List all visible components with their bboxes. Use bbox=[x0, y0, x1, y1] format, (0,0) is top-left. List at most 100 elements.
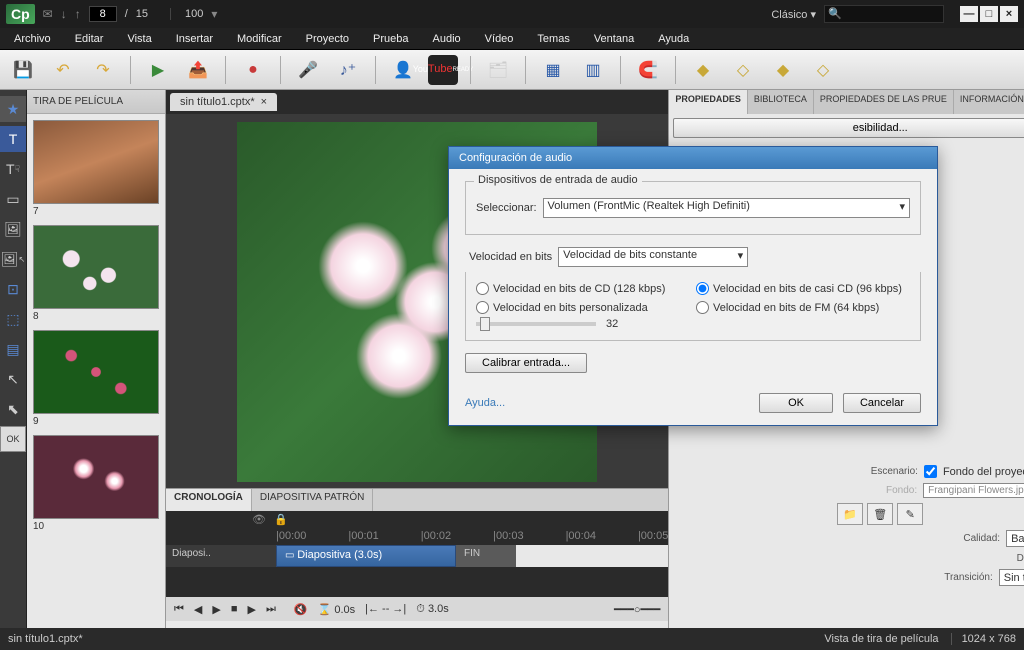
device-select[interactable]: Volumen (FrontMic (Realtek High Definiti… bbox=[543, 198, 910, 218]
play-button[interactable]: ▶ bbox=[143, 55, 173, 85]
menu-archivo[interactable]: Archivo bbox=[14, 33, 51, 45]
fondo-value[interactable]: Frangipani Flowers.jpg bbox=[923, 483, 1024, 498]
timeline-track[interactable]: Diaposi.. ▭ Diapositiva (3.0s) FIN bbox=[166, 545, 668, 567]
image-cursor-tool[interactable]: 🖼↖ bbox=[0, 246, 26, 272]
arrow-tool[interactable]: ⬉ bbox=[0, 396, 26, 422]
layer1-button[interactable]: ◆ bbox=[688, 55, 718, 85]
menu-prueba[interactable]: Prueba bbox=[373, 33, 408, 45]
close-button[interactable]: × bbox=[1000, 6, 1018, 22]
edit-icon[interactable]: ✎ bbox=[897, 503, 923, 525]
tab-biblioteca[interactable]: BIBLIOTECA bbox=[748, 90, 814, 114]
tl-prev-icon[interactable]: ◀ bbox=[194, 603, 202, 616]
radio-cd[interactable]: Velocidad en bits de CD (128 kbps) bbox=[476, 282, 690, 295]
bitrate-slider[interactable] bbox=[476, 322, 596, 326]
tl-end-icon[interactable]: ⏭ bbox=[266, 603, 276, 616]
redo-button[interactable]: ↷ bbox=[88, 55, 118, 85]
grid1-button[interactable]: ▦ bbox=[538, 55, 568, 85]
workspace-switcher[interactable]: Clásico ▾ bbox=[771, 8, 816, 21]
slides-tool[interactable]: ▤ bbox=[0, 336, 26, 362]
menu-editar[interactable]: Editar bbox=[75, 33, 104, 45]
page-current-input[interactable] bbox=[89, 6, 117, 22]
slide-thumb[interactable]: 8 bbox=[33, 225, 159, 322]
pointer-tool[interactable]: ↖ bbox=[0, 366, 26, 392]
slide-thumb[interactable]: 10 bbox=[33, 435, 159, 532]
save-button[interactable]: 💾 bbox=[8, 55, 38, 85]
menu-modificar[interactable]: Modificar bbox=[237, 33, 282, 45]
tab-info-proyecto[interactable]: INFORMACIÓN DEL PROYEC bbox=[954, 90, 1024, 114]
ok-button[interactable]: OK bbox=[759, 393, 833, 413]
menu-audio[interactable]: Audio bbox=[433, 33, 461, 45]
music-button[interactable]: ♪⁺ bbox=[333, 55, 363, 85]
grid2-button[interactable]: ▥ bbox=[578, 55, 608, 85]
eye-icon[interactable]: 👁 bbox=[252, 513, 266, 526]
tl-sound-icon[interactable]: 🔇 bbox=[294, 603, 308, 616]
bitrate-select[interactable]: Velocidad de bits constante▾ bbox=[558, 247, 748, 267]
magnet-button[interactable]: 🧲 bbox=[633, 55, 663, 85]
slide-thumb[interactable]: 9 bbox=[33, 330, 159, 427]
tab-propiedades[interactable]: PROPIEDADES bbox=[669, 90, 748, 114]
mic-button[interactable]: 🎤 bbox=[293, 55, 323, 85]
record-button[interactable]: ● bbox=[238, 55, 268, 85]
layer4-button[interactable]: ◇ bbox=[808, 55, 838, 85]
menu-ayuda[interactable]: Ayuda bbox=[658, 33, 689, 45]
text-tool[interactable]: T bbox=[0, 126, 26, 152]
radio-fm[interactable]: Velocidad en bits de FM (64 kbps) bbox=[696, 301, 910, 314]
tab-cronologia[interactable]: CRONOLOGÍA bbox=[166, 489, 252, 511]
menu-vista[interactable]: Vista bbox=[127, 33, 151, 45]
menu-temas[interactable]: Temas bbox=[537, 33, 569, 45]
minimize-button[interactable]: — bbox=[960, 6, 978, 22]
escenario-checkbox[interactable] bbox=[924, 465, 937, 478]
maximize-button[interactable]: □ bbox=[980, 6, 998, 22]
timeline-controls: ⏮ ◀ ▶ ■ ▶ ⏭ 🔇 ⌛ 0.0s |← -- →| ⏱ 3.0s ━━━… bbox=[166, 597, 668, 621]
export-button[interactable]: 📤 bbox=[183, 55, 213, 85]
filmstrip-thumbs[interactable]: 7 8 9 10 bbox=[27, 114, 165, 628]
menu-video[interactable]: Vídeo bbox=[485, 33, 514, 45]
tab-diapositiva-patron[interactable]: DIAPOSITIVA PATRÓN bbox=[252, 489, 373, 511]
text-cursor-tool[interactable]: T☟ bbox=[0, 156, 26, 182]
slides-button[interactable]: 🗂 bbox=[483, 55, 513, 85]
document-tab[interactable]: sin título1.cptx* × bbox=[170, 93, 277, 111]
layer2-button[interactable]: ◇ bbox=[728, 55, 758, 85]
tl-stop-icon[interactable]: ■ bbox=[231, 603, 238, 615]
trash-icon[interactable]: 🗑 bbox=[867, 503, 893, 525]
lock-icon[interactable]: 🔒 bbox=[274, 513, 288, 526]
roll-tool[interactable]: ⬚ bbox=[0, 306, 26, 332]
star-tool[interactable]: ★ bbox=[0, 96, 26, 122]
transicion-select[interactable]: Sin transición ▾ bbox=[999, 569, 1024, 586]
zoom-value[interactable]: 100 bbox=[170, 8, 203, 20]
timeline-ruler[interactable]: |00:00|00:01|00:02|00:03|00:04|00:05 bbox=[166, 527, 668, 545]
radio-near-cd[interactable]: Velocidad en bits de casi CD (96 kbps) bbox=[696, 282, 910, 295]
mail-icon[interactable]: ✉ bbox=[43, 7, 53, 21]
search-input[interactable] bbox=[824, 5, 944, 23]
undo-button[interactable]: ↶ bbox=[48, 55, 78, 85]
tab-close-icon[interactable]: × bbox=[261, 96, 267, 108]
radio-custom[interactable]: Velocidad en bits personalizada bbox=[476, 301, 690, 314]
chevron-down-icon[interactable]: ▾ bbox=[211, 7, 217, 21]
shape-tool[interactable]: ▭ bbox=[0, 186, 26, 212]
ok-tool[interactable]: OK bbox=[0, 426, 26, 452]
tl-play-icon[interactable]: ▶ bbox=[212, 603, 220, 616]
calidad-select[interactable]: Baja (8 bits) ▾ bbox=[1006, 530, 1024, 547]
layer3-button[interactable]: ◆ bbox=[768, 55, 798, 85]
tl-start-icon[interactable]: ⏮ bbox=[174, 603, 184, 616]
calibrate-button[interactable]: Calibrar entrada... bbox=[465, 353, 587, 373]
image-tool[interactable]: 🖼 bbox=[0, 216, 26, 242]
download-icon[interactable]: ↓ bbox=[61, 7, 67, 21]
tl-next-icon[interactable]: ▶ bbox=[248, 603, 256, 616]
crop-tool[interactable]: ⊡ bbox=[0, 276, 26, 302]
folder-icon[interactable]: 📁 bbox=[837, 503, 863, 525]
menu-proyecto[interactable]: Proyecto bbox=[306, 33, 349, 45]
slide-thumb[interactable]: 7 bbox=[33, 120, 159, 217]
youtube-button[interactable]: YouTubeREADY bbox=[428, 55, 458, 85]
tl-mark-icon[interactable]: |← -- →| bbox=[365, 603, 406, 615]
input-devices-group: Dispositivos de entrada de audio Selecci… bbox=[465, 181, 921, 235]
select-label: Seleccionar: bbox=[476, 202, 537, 214]
timeline-clip[interactable]: ▭ Diapositiva (3.0s) bbox=[276, 545, 456, 567]
cancel-button[interactable]: Cancelar bbox=[843, 393, 921, 413]
menu-insertar[interactable]: Insertar bbox=[176, 33, 213, 45]
accessibility-button[interactable]: esibilidad... bbox=[673, 118, 1024, 138]
help-link[interactable]: Ayuda... bbox=[465, 397, 505, 409]
upload-icon[interactable]: ↑ bbox=[75, 7, 81, 21]
menu-ventana[interactable]: Ventana bbox=[594, 33, 634, 45]
tab-propiedades-prueba[interactable]: PROPIEDADES DE LAS PRUE bbox=[814, 90, 954, 114]
